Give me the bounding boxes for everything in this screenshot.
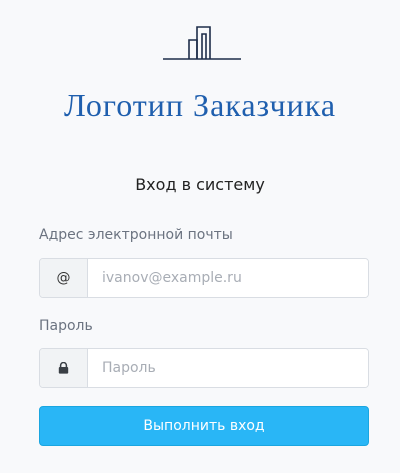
login-button[interactable]: Выполнить вход <box>39 406 369 446</box>
customer-logo: Логотип Заказчика <box>63 87 337 123</box>
password-input-group <box>39 348 369 388</box>
email-label: Адрес электронной почты <box>39 227 233 243</box>
email-input-group: @ <box>39 258 369 298</box>
page-title: Вход в систему <box>135 175 265 194</box>
password-label: Пароль <box>39 318 93 334</box>
at-sign-icon: @ <box>40 259 88 297</box>
building-skyline-icon <box>163 26 241 60</box>
password-field[interactable] <box>88 349 368 387</box>
email-field[interactable] <box>88 259 368 297</box>
lock-icon <box>40 349 88 387</box>
